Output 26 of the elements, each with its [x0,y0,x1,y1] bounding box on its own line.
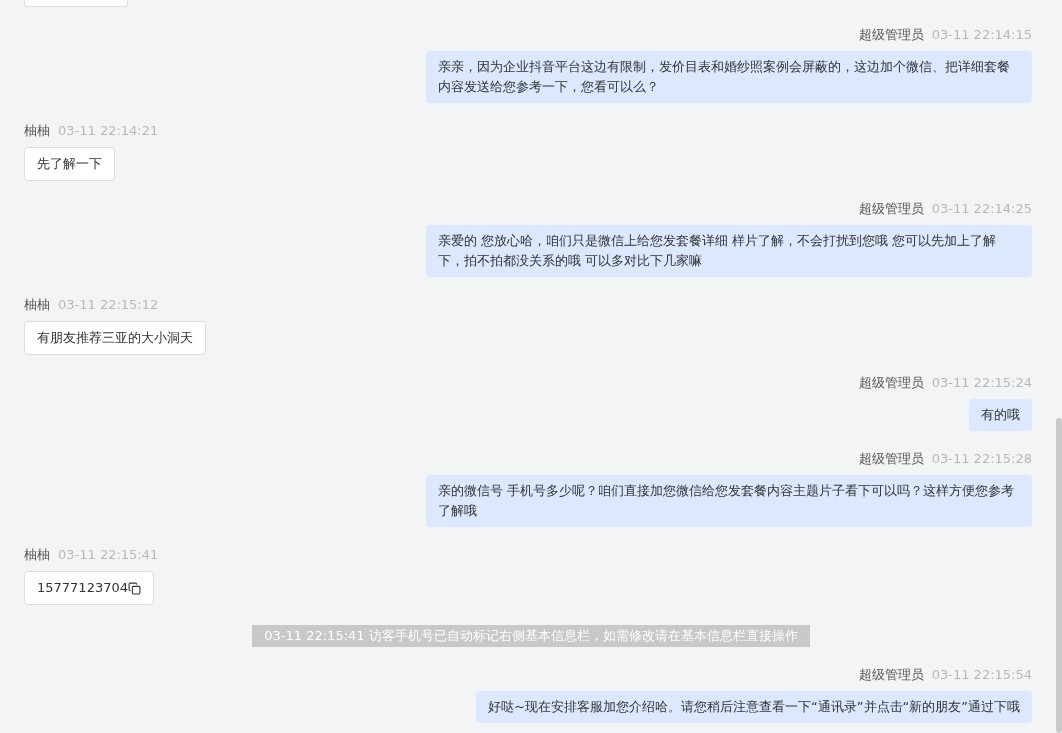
message-time: 03-11 22:14:15 [931,27,1032,43]
message-bubble: 有朋友推荐三亚的大小洞天 [24,321,206,355]
message-bubble: 先了解一下 [24,147,115,181]
phone-number: 15777123704 [37,579,128,597]
copy-icon[interactable] [128,581,141,595]
message-time: 03-11 22:14:25 [931,201,1032,217]
message-bubble: 亲爱的 您放心哈，咱们只是微信上给您发套餐详细 样片了解，不会打扰到您哦 您可以先加上了解下，拍不拍都没关系的哦 可以多对比下几家嘛 [426,225,1032,277]
message-time: 03-11 22:15:12 [58,297,159,313]
scrollbar-thumb[interactable] [1056,418,1062,733]
message-bubble: 亲亲，因为企业抖音平台这边有限制，发价目表和婚纱照案例会屏蔽的，这边加个微信、把详细套餐内容发送给您参考一下，您看可以么？ [426,51,1032,103]
sender-name: 超级管理员 [858,451,924,467]
sender-name: 柚柚 [24,123,50,139]
sender-name: 柚柚 [24,297,50,313]
message-bubble: 有的哦 [969,399,1032,431]
sender-name: 超级管理员 [858,201,924,217]
sender-name: 柚柚 [24,547,50,563]
message-time: 03-11 22:15:41 [58,547,159,563]
sender-name: 超级管理员 [858,27,924,43]
message-time: 03-11 22:14:21 [58,123,159,139]
message-time: 03-11 22:15:54 [931,667,1032,683]
sender-name: 超级管理员 [858,375,924,391]
sender-name: 超级管理员 [858,667,924,683]
message-time: 03-11 22:15:24 [931,375,1032,391]
message-bubble: 亲的微信号 手机号多少呢？咱们直接加您微信给您发套餐内容主题片子看下可以吗？这样方便您参考了解哦 [426,475,1032,527]
message-bubble: 好哒~现在安排客服加您介绍哈。请您稍后注意查看一下“通讯录”并点击“新的朋友”通过下哦 [476,691,1032,723]
message-time: 03-11 22:15:28 [931,451,1032,467]
